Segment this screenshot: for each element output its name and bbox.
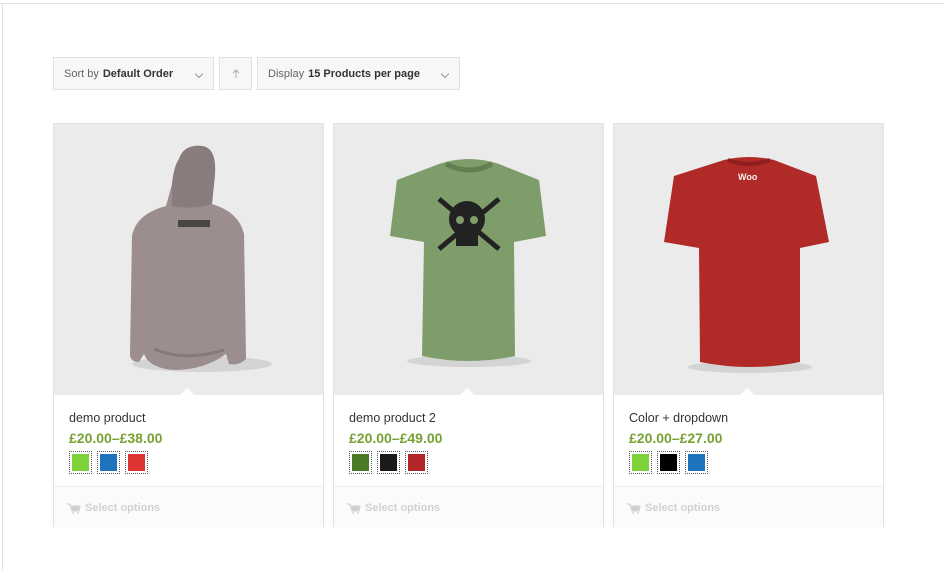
per-page-select[interactable]: Display 15 Products per page — [257, 57, 460, 90]
card-footer: Select options — [614, 486, 883, 527]
color-swatch-black[interactable] — [657, 451, 680, 474]
product-card: demo product £20.00–£38.00 Select option… — [53, 123, 324, 527]
arrow-up-icon — [232, 68, 239, 78]
sort-direction-button[interactable] — [219, 57, 252, 90]
display-label: Display — [268, 67, 305, 80]
green-tshirt-image — [390, 159, 546, 367]
select-options-button[interactable]: Select options — [67, 502, 160, 514]
chevron-down-icon — [440, 69, 450, 79]
frame-border-top — [0, 3, 944, 4]
shop-toolbar: Sort by Default Order Display 15 Product… — [53, 57, 460, 90]
svg-text:Woo: Woo — [738, 172, 758, 182]
card-footer: Select options — [334, 486, 603, 527]
product-card: Woo Color + dropdown £20.00–£27.00 Selec… — [613, 123, 884, 527]
color-swatch-green[interactable] — [69, 451, 92, 474]
card-footer: Select options — [54, 486, 323, 527]
red-tshirt-image: Woo — [664, 157, 829, 373]
select-options-button[interactable]: Select options — [627, 502, 720, 514]
color-swatches — [69, 451, 148, 474]
color-swatch-blue[interactable] — [685, 451, 708, 474]
cart-icon — [627, 503, 641, 514]
product-title[interactable]: demo product 2 — [349, 411, 436, 425]
chevron-down-icon — [194, 69, 204, 79]
select-options-label: Select options — [85, 502, 161, 514]
product-price: £20.00–£38.00 — [69, 430, 163, 446]
product-title[interactable]: demo product — [69, 411, 145, 425]
select-options-label: Select options — [645, 502, 721, 514]
color-swatches — [349, 451, 428, 474]
color-swatches — [629, 451, 708, 474]
frame-border-left — [2, 3, 3, 570]
select-options-label: Select options — [365, 502, 441, 514]
color-swatch-red[interactable] — [405, 451, 428, 474]
per-page-value: 15 Products per page — [308, 67, 420, 80]
color-swatch-red[interactable] — [125, 451, 148, 474]
product-image[interactable] — [334, 124, 603, 395]
select-options-button[interactable]: Select options — [347, 502, 440, 514]
cart-icon — [67, 503, 81, 514]
product-price: £20.00–£49.00 — [349, 430, 443, 446]
color-swatch-black[interactable] — [377, 451, 400, 474]
color-swatch-green[interactable] — [629, 451, 652, 474]
sort-value: Default Order — [102, 67, 174, 80]
sort-select[interactable]: Sort by Default Order — [53, 57, 214, 90]
cart-icon — [347, 503, 361, 514]
color-swatch-blue[interactable] — [97, 451, 120, 474]
product-image[interactable]: Woo — [614, 124, 883, 395]
product-price: £20.00–£27.00 — [629, 430, 723, 446]
product-title[interactable]: Color + dropdown — [629, 411, 728, 425]
hoodie-back-image — [130, 145, 272, 372]
color-swatch-dark-green[interactable] — [349, 451, 372, 474]
product-image[interactable] — [54, 124, 323, 395]
sort-label: Sort by — [64, 67, 99, 80]
product-card: demo product 2 £20.00–£49.00 Select opti… — [333, 123, 604, 527]
